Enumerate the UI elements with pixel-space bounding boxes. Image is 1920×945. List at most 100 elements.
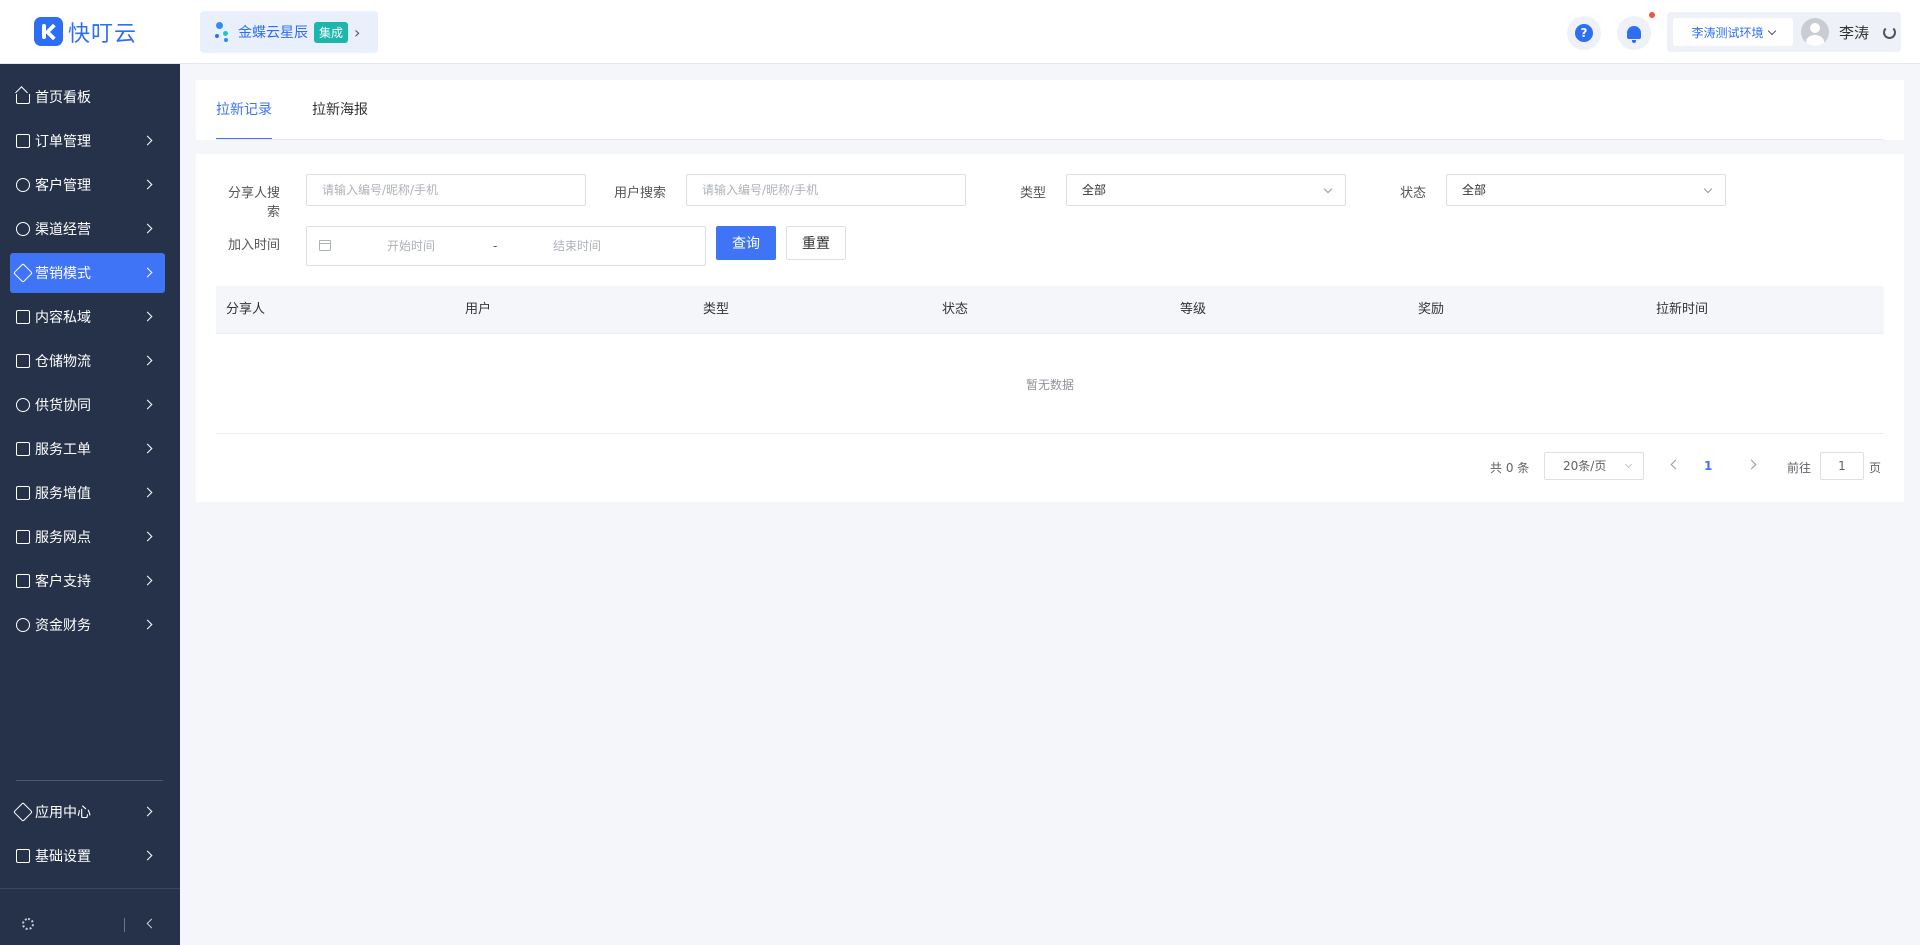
sidebar-item-warehouse[interactable]: 仓储物流 bbox=[10, 341, 165, 381]
sidebar-item-workorder[interactable]: 服务工单 bbox=[10, 429, 165, 469]
sharer-search-input[interactable]: 请输入编号/昵称/手机 bbox=[306, 174, 586, 206]
marketing-icon bbox=[13, 263, 33, 283]
chevron-right-icon bbox=[142, 806, 153, 817]
sidebar-item-orders[interactable]: 订单管理 bbox=[10, 121, 165, 161]
user-search-input[interactable]: 请输入编号/昵称/手机 bbox=[686, 174, 966, 206]
integration-badge: 集成 bbox=[314, 21, 349, 43]
notification-badge bbox=[1649, 12, 1655, 18]
sidebar-item-channels[interactable]: 渠道经营 bbox=[10, 209, 165, 249]
environment-select[interactable]: 李涛测试环境 bbox=[1673, 18, 1793, 46]
start-time-input[interactable]: 开始时间 bbox=[387, 227, 435, 265]
page-number-current[interactable]: 1 bbox=[1704, 459, 1712, 473]
help-icon: ? bbox=[1575, 24, 1593, 42]
sidebar-item-label: 仓储物流 bbox=[35, 354, 91, 370]
goto-page-input[interactable]: 1 bbox=[1820, 452, 1864, 480]
chevron-down-icon bbox=[1323, 184, 1333, 194]
chevron-right-icon bbox=[142, 311, 153, 322]
sidebar-item-label: 订单管理 bbox=[35, 134, 91, 150]
app-logo[interactable]: 快叮云 bbox=[34, 0, 137, 64]
sidebar-footer-separator bbox=[124, 918, 125, 932]
sidebar: 首页看板 订单管理 客户管理 渠道经营 营销模式 内容私域 仓储物流 供货协同 … bbox=[0, 64, 180, 945]
chevron-right-icon bbox=[142, 267, 153, 278]
avatar[interactable] bbox=[1801, 18, 1829, 46]
type-select[interactable]: 全部 bbox=[1066, 174, 1346, 206]
integration-switcher[interactable]: 金蝶云星辰 集成 › bbox=[200, 11, 378, 53]
join-time-range[interactable]: 开始时间 - 结束时间 bbox=[306, 226, 706, 266]
end-time-input[interactable]: 结束时间 bbox=[553, 227, 601, 265]
sidebar-item-home[interactable]: 首页看板 bbox=[10, 77, 165, 117]
chevron-right-icon: › bbox=[354, 22, 361, 42]
finance-icon bbox=[16, 618, 30, 632]
records-panel: 分享人搜索 请输入编号/昵称/手机 用户搜索 请输入编号/昵称/手机 类型 全部… bbox=[196, 154, 1904, 502]
home-icon bbox=[16, 94, 30, 104]
table-bottom-border bbox=[216, 433, 1884, 434]
reset-button[interactable]: 重置 bbox=[786, 226, 846, 260]
sidebar-item-label: 供货协同 bbox=[35, 398, 91, 414]
page-size-value: 20条/页 bbox=[1563, 459, 1607, 473]
chevron-right-icon bbox=[142, 487, 153, 498]
gear-icon[interactable] bbox=[22, 918, 34, 930]
goto-label: 前往 bbox=[1787, 461, 1812, 475]
sidebar-item-label: 首页看板 bbox=[35, 90, 91, 106]
workorder-icon bbox=[16, 442, 30, 456]
type-label: 类型 bbox=[1019, 186, 1046, 201]
help-button[interactable]: ? bbox=[1567, 16, 1601, 50]
chevron-right-icon bbox=[142, 179, 153, 190]
status-select[interactable]: 全部 bbox=[1446, 174, 1726, 206]
chevron-right-icon bbox=[142, 619, 153, 630]
chevron-right-icon bbox=[142, 399, 153, 410]
query-button[interactable]: 查询 bbox=[716, 226, 776, 260]
user-name[interactable]: 李涛 bbox=[1839, 22, 1869, 43]
sidebar-item-finance[interactable]: 资金财务 bbox=[10, 605, 165, 645]
customer-icon bbox=[16, 178, 30, 192]
sidebar-item-app-center[interactable]: 应用中心 bbox=[10, 792, 165, 832]
sidebar-item-value-added[interactable]: 服务增值 bbox=[10, 473, 165, 513]
join-time-label: 加入时间 bbox=[227, 238, 280, 253]
kingdee-icon bbox=[214, 21, 232, 43]
sidebar-item-label: 应用中心 bbox=[35, 805, 91, 821]
chevron-right-icon bbox=[142, 531, 153, 542]
collapse-sidebar-icon[interactable] bbox=[146, 918, 157, 929]
sidebar-item-supply[interactable]: 供货协同 bbox=[10, 385, 165, 425]
sharer-search-label: 分享人搜索 bbox=[227, 186, 280, 220]
chevron-down-icon bbox=[1624, 460, 1633, 469]
logo-text: 快叮云 bbox=[68, 21, 138, 47]
sidebar-item-settings[interactable]: 基础设置 bbox=[10, 836, 165, 876]
sidebar-item-label: 服务工单 bbox=[35, 442, 91, 458]
sidebar-item-service-points[interactable]: 服务网点 bbox=[10, 517, 165, 557]
next-page-icon[interactable] bbox=[1746, 459, 1757, 470]
column-status: 状态 bbox=[942, 302, 969, 317]
column-user: 用户 bbox=[465, 302, 492, 317]
sidebar-menu: 首页看板 订单管理 客户管理 渠道经营 营销模式 内容私域 仓储物流 供货协同 … bbox=[0, 64, 180, 645]
sidebar-bottom-menu: 应用中心 基础设置 bbox=[0, 792, 180, 880]
service-point-icon bbox=[16, 530, 30, 544]
column-sharer: 分享人 bbox=[226, 302, 266, 317]
tab-invite-posters[interactable]: 拉新海报 bbox=[312, 80, 368, 140]
chevron-down-icon bbox=[1767, 26, 1776, 35]
tab-invite-records[interactable]: 拉新记录 bbox=[216, 80, 272, 140]
sidebar-item-marketing[interactable]: 营销模式 bbox=[10, 253, 165, 293]
chevron-right-icon bbox=[142, 355, 153, 366]
column-reward: 奖励 bbox=[1418, 302, 1445, 317]
prev-page-icon[interactable] bbox=[1670, 459, 1681, 470]
sidebar-item-label: 渠道经营 bbox=[35, 222, 91, 238]
status-select-value: 全部 bbox=[1462, 183, 1487, 197]
sidebar-item-content[interactable]: 内容私域 bbox=[10, 297, 165, 337]
user-search-label: 用户搜索 bbox=[613, 186, 666, 201]
sidebar-item-support[interactable]: 客户支持 bbox=[10, 561, 165, 601]
sidebar-item-label: 营销模式 bbox=[35, 266, 91, 282]
page-size-select[interactable]: 20条/页 bbox=[1544, 452, 1644, 480]
chevron-right-icon bbox=[142, 575, 153, 586]
notification-button[interactable] bbox=[1617, 16, 1651, 50]
sidebar-item-label: 内容私域 bbox=[35, 310, 91, 326]
sidebar-item-customers[interactable]: 客户管理 bbox=[10, 165, 165, 205]
sidebar-item-label: 客户支持 bbox=[35, 574, 91, 590]
app-center-icon bbox=[13, 802, 33, 822]
content-icon bbox=[16, 310, 30, 324]
column-type: 类型 bbox=[703, 302, 730, 317]
sidebar-footer-divider bbox=[0, 888, 180, 889]
chevron-right-icon bbox=[142, 223, 153, 234]
refresh-icon[interactable] bbox=[1883, 25, 1897, 39]
settings-icon bbox=[16, 849, 30, 863]
value-added-icon bbox=[16, 486, 30, 500]
